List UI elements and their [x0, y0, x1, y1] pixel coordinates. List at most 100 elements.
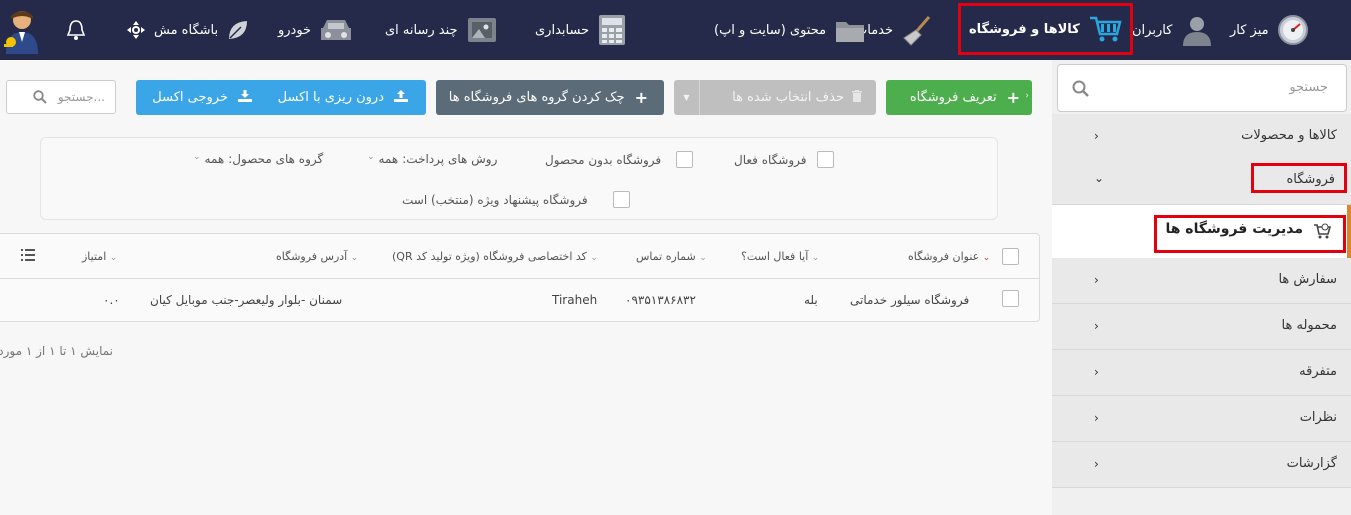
- nav-multimedia[interactable]: چند رسانه ای: [385, 0, 498, 60]
- column-header-label: امتیاز: [82, 250, 107, 263]
- product-groups-dropdown[interactable]: گروه های محصول: همه ⌄: [193, 152, 323, 166]
- chevron-down-icon: ⌄: [193, 152, 201, 162]
- select-all-checkbox[interactable]: [1002, 248, 1019, 265]
- nav-content[interactable]: محتوی (سایت و اپ): [714, 0, 866, 60]
- column-header-label: عنوان فروشگاه: [908, 250, 980, 263]
- sort-icon: ⌄: [811, 253, 820, 263]
- sidebar-item-label: سفارش ها: [1278, 272, 1337, 287]
- speedometer-icon: [1277, 14, 1309, 46]
- sidebar-item-shipments[interactable]: محموله ها ›: [1052, 304, 1351, 350]
- column-header-score[interactable]: ⌄ امتیاز: [82, 250, 117, 263]
- sort-icon: ⌄: [982, 253, 991, 263]
- cell-title: فروشگاه سیلور خدماتی: [850, 293, 970, 307]
- nav-content-label: محتوی (سایت و اپ): [714, 22, 827, 38]
- special-offer-label: فروشگاه پیشنهاد ویژه (منتخب) است: [402, 193, 588, 207]
- sidebar-item-products[interactable]: کالاها و محصولات ›: [1052, 114, 1351, 160]
- check-store-groups-button[interactable]: + چک کردن گروه های فروشگاه ها: [436, 80, 664, 115]
- cell-address: سمنان -بلوار ولیعصر-جنب موبایل کیان: [150, 293, 343, 307]
- nav-products-store[interactable]: کالاها و فروشگاه: [958, 3, 1133, 55]
- media-icon: [466, 16, 498, 44]
- nav-accounting[interactable]: حسابداری: [535, 0, 627, 60]
- upload-icon: [394, 89, 408, 106]
- chevron-left-icon: ‹: [1025, 91, 1029, 101]
- sidebar-search-input[interactable]: جستجو: [1057, 64, 1347, 112]
- sidebar-item-reports[interactable]: گزارشات ›: [1052, 442, 1351, 488]
- nav-dashboard[interactable]: میز کار: [1230, 0, 1309, 60]
- sidebar-item-label: کالاها و محصولات: [1241, 128, 1337, 143]
- nav-users[interactable]: کاربران: [1132, 0, 1214, 60]
- payment-methods-dropdown[interactable]: روش های پرداخت: همه ⌄: [367, 152, 497, 166]
- special-offer-checkbox[interactable]: [613, 191, 630, 208]
- column-header-phone[interactable]: ⌄ شماره تماس: [636, 250, 707, 263]
- table-search-placeholder: جستجو...: [57, 90, 105, 104]
- nav-products-store-label: کالاها و فروشگاه: [969, 21, 1080, 37]
- chevron-right-icon: ›: [1094, 129, 1099, 143]
- sort-icon: ⌄: [350, 253, 359, 263]
- product-groups-value: همه: [204, 152, 225, 166]
- chevron-right-icon: ›: [1094, 319, 1099, 333]
- active-store-checkbox[interactable]: [817, 151, 834, 168]
- search-icon: [33, 90, 47, 107]
- chevron-down-icon: ⌄: [367, 152, 375, 162]
- nav-multimedia-label: چند رسانه ای: [385, 22, 458, 38]
- move-icon: [126, 20, 146, 40]
- caret-down-icon: ▼: [674, 80, 700, 115]
- cell-phone: ۰۹۳۵۱۳۸۶۸۳۲: [625, 293, 696, 307]
- export-excel-button[interactable]: خروجی اکسل: [136, 80, 266, 115]
- column-header-address[interactable]: ⌄ آدرس فروشگاه: [276, 250, 358, 263]
- sidebar: جستجو کالاها و محصولات › فروشگاه ⌄ مدیری…: [1052, 60, 1351, 515]
- column-header-code[interactable]: ⌄ کد اختصاصی فروشگاه (ویژه تولید کد QR): [392, 250, 598, 263]
- filter-panel: فروشگاه فعال فروشگاه بدون محصول روش های …: [40, 137, 998, 220]
- chevron-right-icon: ›: [1094, 457, 1099, 471]
- sidebar-item-orders[interactable]: سفارش ها ›: [1052, 258, 1351, 304]
- nav-club[interactable]: باشگاه مش: [126, 0, 250, 60]
- cell-score: ۰.۰: [103, 293, 120, 307]
- manage-stores-highlight-box: [1154, 215, 1346, 253]
- chevron-down-icon: ⌄: [1094, 171, 1105, 185]
- import-excel-label: درون ریزی با اکسل: [277, 90, 384, 105]
- plus-icon: +: [1006, 88, 1020, 107]
- store-without-product-label: فروشگاه بدون محصول: [545, 153, 662, 167]
- trash-icon: [852, 89, 862, 106]
- column-header-title[interactable]: ⌄ عنوان فروشگاه: [908, 250, 990, 263]
- nav-users-label: کاربران: [1132, 22, 1173, 38]
- check-store-groups-label: چک کردن گروه های فروشگاه ها: [448, 90, 625, 105]
- table-search-input[interactable]: جستجو...: [6, 80, 116, 114]
- column-header-label: آدرس فروشگاه: [276, 250, 348, 263]
- payment-methods-value: همه: [378, 152, 399, 166]
- table-header-divider: [0, 278, 1040, 279]
- import-excel-button[interactable]: درون ریزی با اکسل: [266, 80, 426, 115]
- chevron-right-icon: ›: [1094, 273, 1099, 287]
- sidebar-search-placeholder: جستجو: [1289, 80, 1328, 95]
- stores-table: ⌄ عنوان فروشگاه ⌄ آیا فعال است؟ ⌄ شماره …: [0, 233, 1040, 322]
- car-icon: [319, 16, 353, 44]
- sidebar-item-misc[interactable]: متفرقه ›: [1052, 350, 1351, 396]
- pagination-summary: نمایش ۱ تا ۱ از ۱ مورد: [0, 344, 113, 358]
- store-without-product-checkbox[interactable]: [676, 151, 693, 168]
- nav-dashboard-label: میز کار: [1230, 22, 1269, 38]
- excel-actions-group: درون ریزی با اکسل خروجی اکسل: [136, 80, 426, 115]
- sidebar-item-label: گزارشات: [1286, 456, 1337, 471]
- broom-icon: [901, 14, 933, 46]
- row-checkbox[interactable]: [1002, 290, 1019, 307]
- sort-icon: ⌄: [699, 253, 707, 263]
- bell-icon[interactable]: [64, 18, 88, 42]
- sort-icon: ⌄: [109, 253, 118, 263]
- column-header-label: آیا فعال است؟: [741, 250, 809, 263]
- sidebar-item-comments[interactable]: نظرات ›: [1052, 396, 1351, 442]
- nav-services[interactable]: خدمات: [855, 0, 933, 60]
- nav-accounting-label: حسابداری: [535, 22, 590, 38]
- define-store-button[interactable]: + تعریف فروشگاه ‹: [886, 80, 1032, 115]
- cart-icon: [1088, 14, 1122, 44]
- sidebar-item-label: متفرقه: [1299, 364, 1337, 379]
- sidebar-item-label: نظرات: [1299, 410, 1337, 425]
- user-avatar[interactable]: [2, 8, 38, 54]
- chevron-right-icon: ›: [1094, 365, 1099, 379]
- delete-selected-button[interactable]: حذف انتخاب شده ها ▼: [674, 80, 876, 115]
- store-highlight-box: [1251, 163, 1347, 193]
- nav-car[interactable]: خودرو: [278, 0, 353, 60]
- cell-active: بله: [804, 293, 818, 307]
- leaf-icon: [226, 18, 250, 42]
- list-menu-icon[interactable]: [21, 249, 35, 264]
- column-header-active[interactable]: ⌄ آیا فعال است؟: [741, 250, 819, 263]
